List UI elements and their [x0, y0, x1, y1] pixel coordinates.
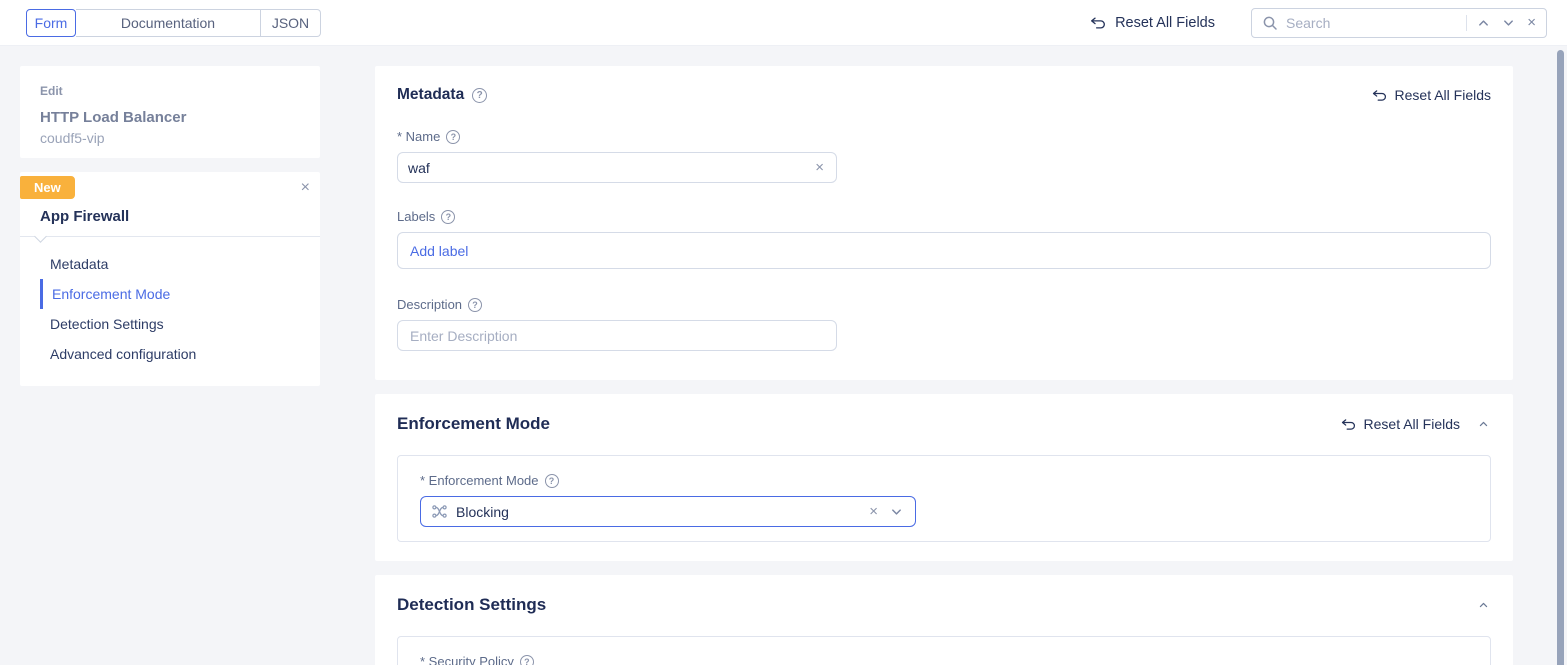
reset-fields-label: Reset All Fields: [1395, 87, 1491, 103]
name-input-wrap: ×: [397, 152, 837, 183]
security-policy-label-row: * Security Policy ?: [420, 654, 1468, 665]
shuffle-icon: [431, 503, 448, 520]
tab-json[interactable]: JSON: [261, 9, 321, 37]
collapse-notch-icon: [34, 230, 47, 243]
close-icon: ×: [815, 159, 824, 176]
description-field-label: Description: [397, 297, 462, 312]
detection-section-header: Detection Settings: [397, 595, 1491, 615]
search-prev-button[interactable]: [1475, 15, 1492, 31]
sidebar-item-metadata[interactable]: Metadata: [40, 249, 320, 279]
panel-close-button[interactable]: ×: [299, 178, 312, 198]
description-field-row: Description ?: [397, 297, 1491, 351]
reset-all-fields-button[interactable]: Reset All Fields: [1089, 14, 1215, 31]
labels-box: Add label: [397, 232, 1491, 269]
reset-icon: [1371, 87, 1387, 103]
name-field-label-row: * Name ?: [397, 129, 1491, 144]
detection-settings-section: Detection Settings * Security Policy ?: [375, 575, 1513, 665]
help-icon[interactable]: ?: [472, 88, 487, 103]
help-icon[interactable]: ?: [441, 210, 455, 224]
app-window: Form Documentation JSON Reset All Fields: [0, 0, 1567, 665]
edit-object-type: HTTP Load Balancer: [40, 109, 300, 126]
topbar-right-group: Reset All Fields ×: [1089, 8, 1547, 38]
search-divider: [1466, 15, 1467, 31]
panel-divider: [20, 236, 320, 237]
add-label-button[interactable]: Add label: [410, 243, 468, 259]
labels-field-label-row: Labels ?: [397, 209, 1491, 224]
enforcement-reset-fields-button[interactable]: Reset All Fields: [1340, 416, 1460, 432]
search-close-button[interactable]: ×: [1525, 13, 1538, 32]
reset-all-fields-label: Reset All Fields: [1115, 15, 1215, 31]
close-icon: ×: [869, 503, 878, 520]
reset-icon: [1089, 14, 1106, 31]
select-open-button[interactable]: [888, 504, 905, 520]
sidebar-item-advanced-configuration[interactable]: Advanced configuration: [40, 339, 320, 369]
metadata-section-header: Metadata ? Reset All Fields: [397, 86, 1491, 104]
metadata-section-title: Metadata: [397, 86, 464, 104]
tab-form[interactable]: Form: [26, 9, 76, 37]
chevron-down-icon: [1502, 17, 1515, 29]
detection-section-title: Detection Settings: [397, 595, 546, 615]
reset-fields-label: Reset All Fields: [1364, 416, 1460, 432]
search-next-button[interactable]: [1500, 15, 1517, 31]
enforcement-section-title: Enforcement Mode: [397, 414, 550, 434]
close-icon: ×: [1527, 15, 1536, 30]
vertical-scrollbar: [1553, 46, 1567, 665]
name-field-row: * Name ? ×: [397, 129, 1491, 183]
top-toolbar: Form Documentation JSON Reset All Fields: [0, 0, 1567, 46]
chevron-down-icon: [890, 506, 903, 518]
search-icon: [1262, 15, 1278, 31]
app-firewall-panel: New × App Firewall Metadata Enforcement …: [20, 172, 320, 386]
enforcement-field-label: * Enforcement Mode: [420, 473, 539, 488]
security-policy-field-label: * Security Policy: [420, 654, 514, 665]
edit-object-name: coudf5-vip: [40, 130, 300, 146]
sidebar-item-enforcement-mode[interactable]: Enforcement Mode: [40, 279, 320, 309]
metadata-section: Metadata ? Reset All Fields * Name ?: [375, 66, 1513, 380]
description-field-label-row: Description ?: [397, 297, 1491, 312]
edit-kicker: Edit: [40, 84, 300, 98]
metadata-reset-fields-button[interactable]: Reset All Fields: [1371, 87, 1491, 103]
sidebar-item-detection-settings[interactable]: Detection Settings: [40, 309, 320, 339]
chevron-up-icon: [1477, 17, 1490, 29]
chevron-up-icon: [1478, 419, 1489, 429]
search-input[interactable]: [1286, 15, 1458, 31]
search-box: ×: [1251, 8, 1547, 38]
enforcement-mode-select[interactable]: Blocking ×: [420, 496, 916, 527]
enforcement-field-label-row: * Enforcement Mode ?: [420, 473, 1468, 488]
labels-field-label: Labels: [397, 209, 435, 224]
chevron-up-icon: [1478, 600, 1489, 610]
section-nav: Metadata Enforcement Mode Detection Sett…: [20, 249, 320, 369]
enforcement-mode-value: Blocking: [456, 504, 859, 520]
tab-documentation[interactable]: Documentation: [76, 9, 261, 37]
help-icon[interactable]: ?: [520, 655, 534, 665]
name-field-label: * Name: [397, 129, 440, 144]
help-icon[interactable]: ?: [545, 474, 559, 488]
view-tabs: Form Documentation JSON: [26, 9, 321, 37]
detection-field-box: * Security Policy ?: [397, 636, 1491, 665]
help-icon[interactable]: ?: [468, 298, 482, 312]
select-clear-button[interactable]: ×: [867, 504, 880, 519]
name-clear-button[interactable]: ×: [813, 160, 826, 175]
help-icon[interactable]: ?: [446, 130, 460, 144]
panel-title: App Firewall: [40, 208, 129, 225]
labels-field-row: Labels ? Add label: [397, 209, 1491, 269]
close-icon: ×: [301, 180, 310, 196]
description-input[interactable]: [397, 320, 837, 351]
new-badge: New: [20, 176, 75, 199]
enforcement-section-header: Enforcement Mode Reset All Fields: [397, 414, 1491, 434]
detection-collapse-button[interactable]: [1476, 598, 1491, 612]
scrollbar-thumb[interactable]: [1557, 50, 1564, 665]
enforcement-field-box: * Enforcement Mode ? Blocking ×: [397, 455, 1491, 542]
reset-icon: [1340, 416, 1356, 432]
enforcement-mode-section: Enforcement Mode Reset All Fields * Enfo…: [375, 394, 1513, 561]
name-input[interactable]: [408, 160, 813, 176]
enforcement-collapse-button[interactable]: [1476, 417, 1491, 431]
edit-context-card: Edit HTTP Load Balancer coudf5-vip: [20, 66, 320, 158]
